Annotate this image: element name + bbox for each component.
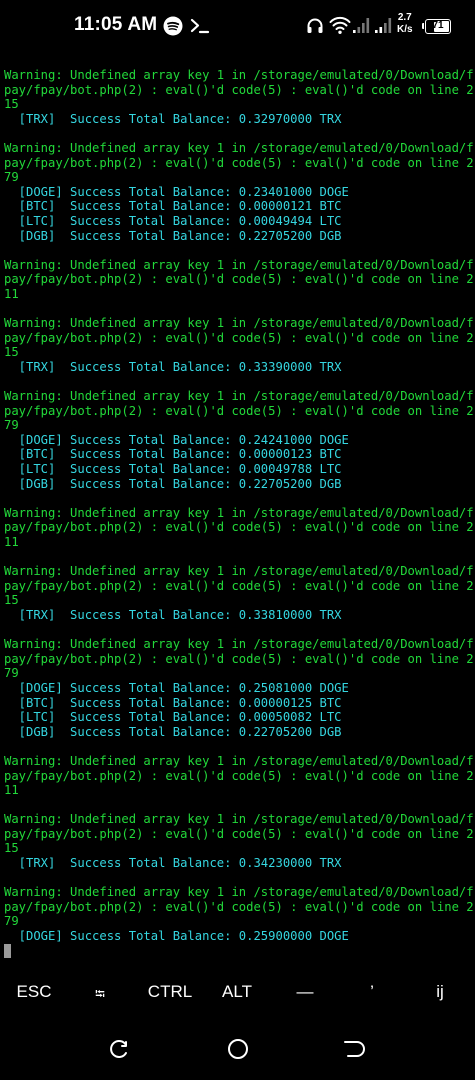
signal-icon	[352, 16, 372, 38]
dash-key[interactable]: —	[275, 982, 335, 1002]
warning-line: 11	[4, 783, 19, 798]
warning-line: pay/fpay/bot.php(2) : eval()'d code(5) :…	[4, 826, 474, 841]
warning-line: 11	[4, 535, 19, 549]
warning-line: 15	[4, 97, 19, 112]
balance-line: [DGB] Success Total Balance: 0.22705200 …	[4, 228, 342, 243]
balance-line: [DGB] Success Total Balance: 0.22705200 …	[4, 476, 342, 491]
balance-line: [DOGE] Success Total Balance: 0.25081000…	[4, 680, 349, 695]
warning-line: Warning: Undefined array key 1 in /stora…	[4, 68, 474, 82]
headphones-icon	[306, 17, 324, 39]
balance-line: [LTC] Success Total Balance: 0.00050082 …	[4, 710, 342, 725]
warning-line: 79	[4, 666, 19, 681]
balance-line: [TRX] Success Total Balance: 0.33390000 …	[4, 359, 342, 374]
warning-line: Warning: Undefined array key 1 in /stora…	[4, 564, 474, 579]
warning-line: Warning: Undefined array key 1 in /stora…	[4, 637, 474, 652]
balance-line: [TRX] Success Total Balance: 0.33810000 …	[4, 607, 342, 622]
balance-line: [TRX] Success Total Balance: 0.34230000 …	[4, 856, 342, 871]
warning-line: 79	[4, 418, 19, 433]
warning-line: pay/fpay/bot.php(2) : eval()'d code(5) :…	[4, 768, 474, 783]
ctrl-key[interactable]: CTRL	[140, 982, 200, 1002]
warning-line: pay/fpay/bot.php(2) : eval()'d code(5) :…	[4, 651, 474, 666]
warning-line: pay/fpay/bot.php(2) : eval()'d code(5) :…	[4, 520, 474, 535]
balance-line: [BTC] Success Total Balance: 0.00000125 …	[4, 695, 342, 710]
tab-key[interactable]: ⭾	[70, 985, 130, 1007]
warning-line: Warning: Undefined array key 1 in /stora…	[4, 885, 474, 900]
network-speed-unit: K/s	[397, 24, 413, 35]
recents-icon	[110, 1040, 127, 1058]
quote-key[interactable]: ’	[342, 982, 402, 1002]
cursor-line	[4, 943, 472, 959]
extra-keys-bar: ESC ⭾ CTRL ALT — ’ ij	[0, 968, 475, 1018]
battery-level: 71	[432, 20, 444, 31]
warning-line: pay/fpay/bot.php(2) : eval()'d code(5) :…	[4, 330, 474, 345]
warning-line: Warning: Undefined array key 1 in /stora…	[4, 753, 474, 768]
wifi-icon	[329, 15, 351, 39]
warning-line: 11	[4, 286, 19, 301]
warning-line: 79	[4, 170, 19, 185]
phone-screen: 11:05 AM 2.7 K/s 71 Warning: Undefined a…	[0, 0, 475, 1080]
warning-line: Warning: Undefined array key 1 in /stora…	[4, 389, 474, 404]
warning-line: Warning: Undefined array key 1 in /stora…	[4, 316, 474, 331]
warning-line: pay/fpay/bot.php(2) : eval()'d code(5) :…	[4, 899, 474, 914]
balance-line: [DOGE] Success Total Balance: 0.25900000…	[4, 929, 349, 944]
back-icon	[344, 1041, 365, 1057]
warning-line: 79	[4, 914, 19, 929]
balance-line: [LTC] Success Total Balance: 0.00049494 …	[4, 213, 342, 228]
warning-line: 15	[4, 345, 19, 360]
warning-line: pay/fpay/bot.php(2) : eval()'d code(5) :…	[4, 578, 474, 593]
esc-key[interactable]: ESC	[4, 982, 64, 1002]
signal-icon-2	[374, 16, 394, 38]
alt-key[interactable]: ALT	[207, 982, 267, 1002]
terminal-prompt-icon	[190, 17, 210, 39]
balance-line: [LTC] Success Total Balance: 0.00049788 …	[4, 462, 342, 477]
network-speed-value: 2.7	[397, 12, 412, 23]
warning-line: Warning: Undefined array key 1 in /stora…	[4, 140, 474, 155]
status-time: 11:05 AM	[74, 14, 158, 35]
status-bar: 11:05 AM 2.7 K/s 71	[0, 0, 475, 56]
terminal-output[interactable]: Warning: Undefined array key 1 in /stora…	[4, 68, 474, 959]
warning-line: pay/fpay/bot.php(2) : eval()'d code(5) :…	[4, 155, 474, 170]
warning-line: Warning: Undefined array key 1 in /stora…	[4, 812, 474, 827]
warning-line: 15	[4, 841, 19, 856]
ij-key[interactable]: ij	[410, 982, 470, 1002]
warning-line: 15	[4, 593, 19, 608]
balance-line: [BTC] Success Total Balance: 0.00000121 …	[4, 199, 342, 214]
home-icon	[228, 1039, 248, 1059]
balance-line: [DOGE] Success Total Balance: 0.24241000…	[4, 432, 349, 447]
balance-line: [DOGE] Success Total Balance: 0.23401000…	[4, 184, 349, 199]
warning-line: pay/fpay/bot.php(2) : eval()'d code(5) :…	[4, 403, 474, 418]
battery-icon: 71	[422, 19, 451, 34]
balance-line: [BTC] Success Total Balance: 0.00000123 …	[4, 447, 342, 462]
navigation-bar	[0, 1022, 475, 1080]
balance-line: [TRX] Success Total Balance: 0.32970000 …	[4, 111, 342, 126]
balance-line: [DGB] Success Total Balance: 0.22705200 …	[4, 724, 342, 739]
home-button[interactable]	[225, 1036, 251, 1066]
warning-line: Warning: Undefined array key 1 in /stora…	[4, 505, 474, 520]
network-speed: 2.7 K/s	[397, 12, 413, 36]
warning-line: pay/fpay/bot.php(2) : eval()'d code(5) :…	[4, 272, 474, 287]
back-button[interactable]	[341, 1036, 367, 1066]
recents-button[interactable]	[106, 1036, 132, 1066]
text-cursor	[4, 943, 11, 958]
warning-line: Warning: Undefined array key 1 in /stora…	[4, 257, 474, 272]
warning-line: pay/fpay/bot.php(2) : eval()'d code(5) :…	[4, 82, 474, 97]
spotify-icon	[163, 16, 183, 40]
